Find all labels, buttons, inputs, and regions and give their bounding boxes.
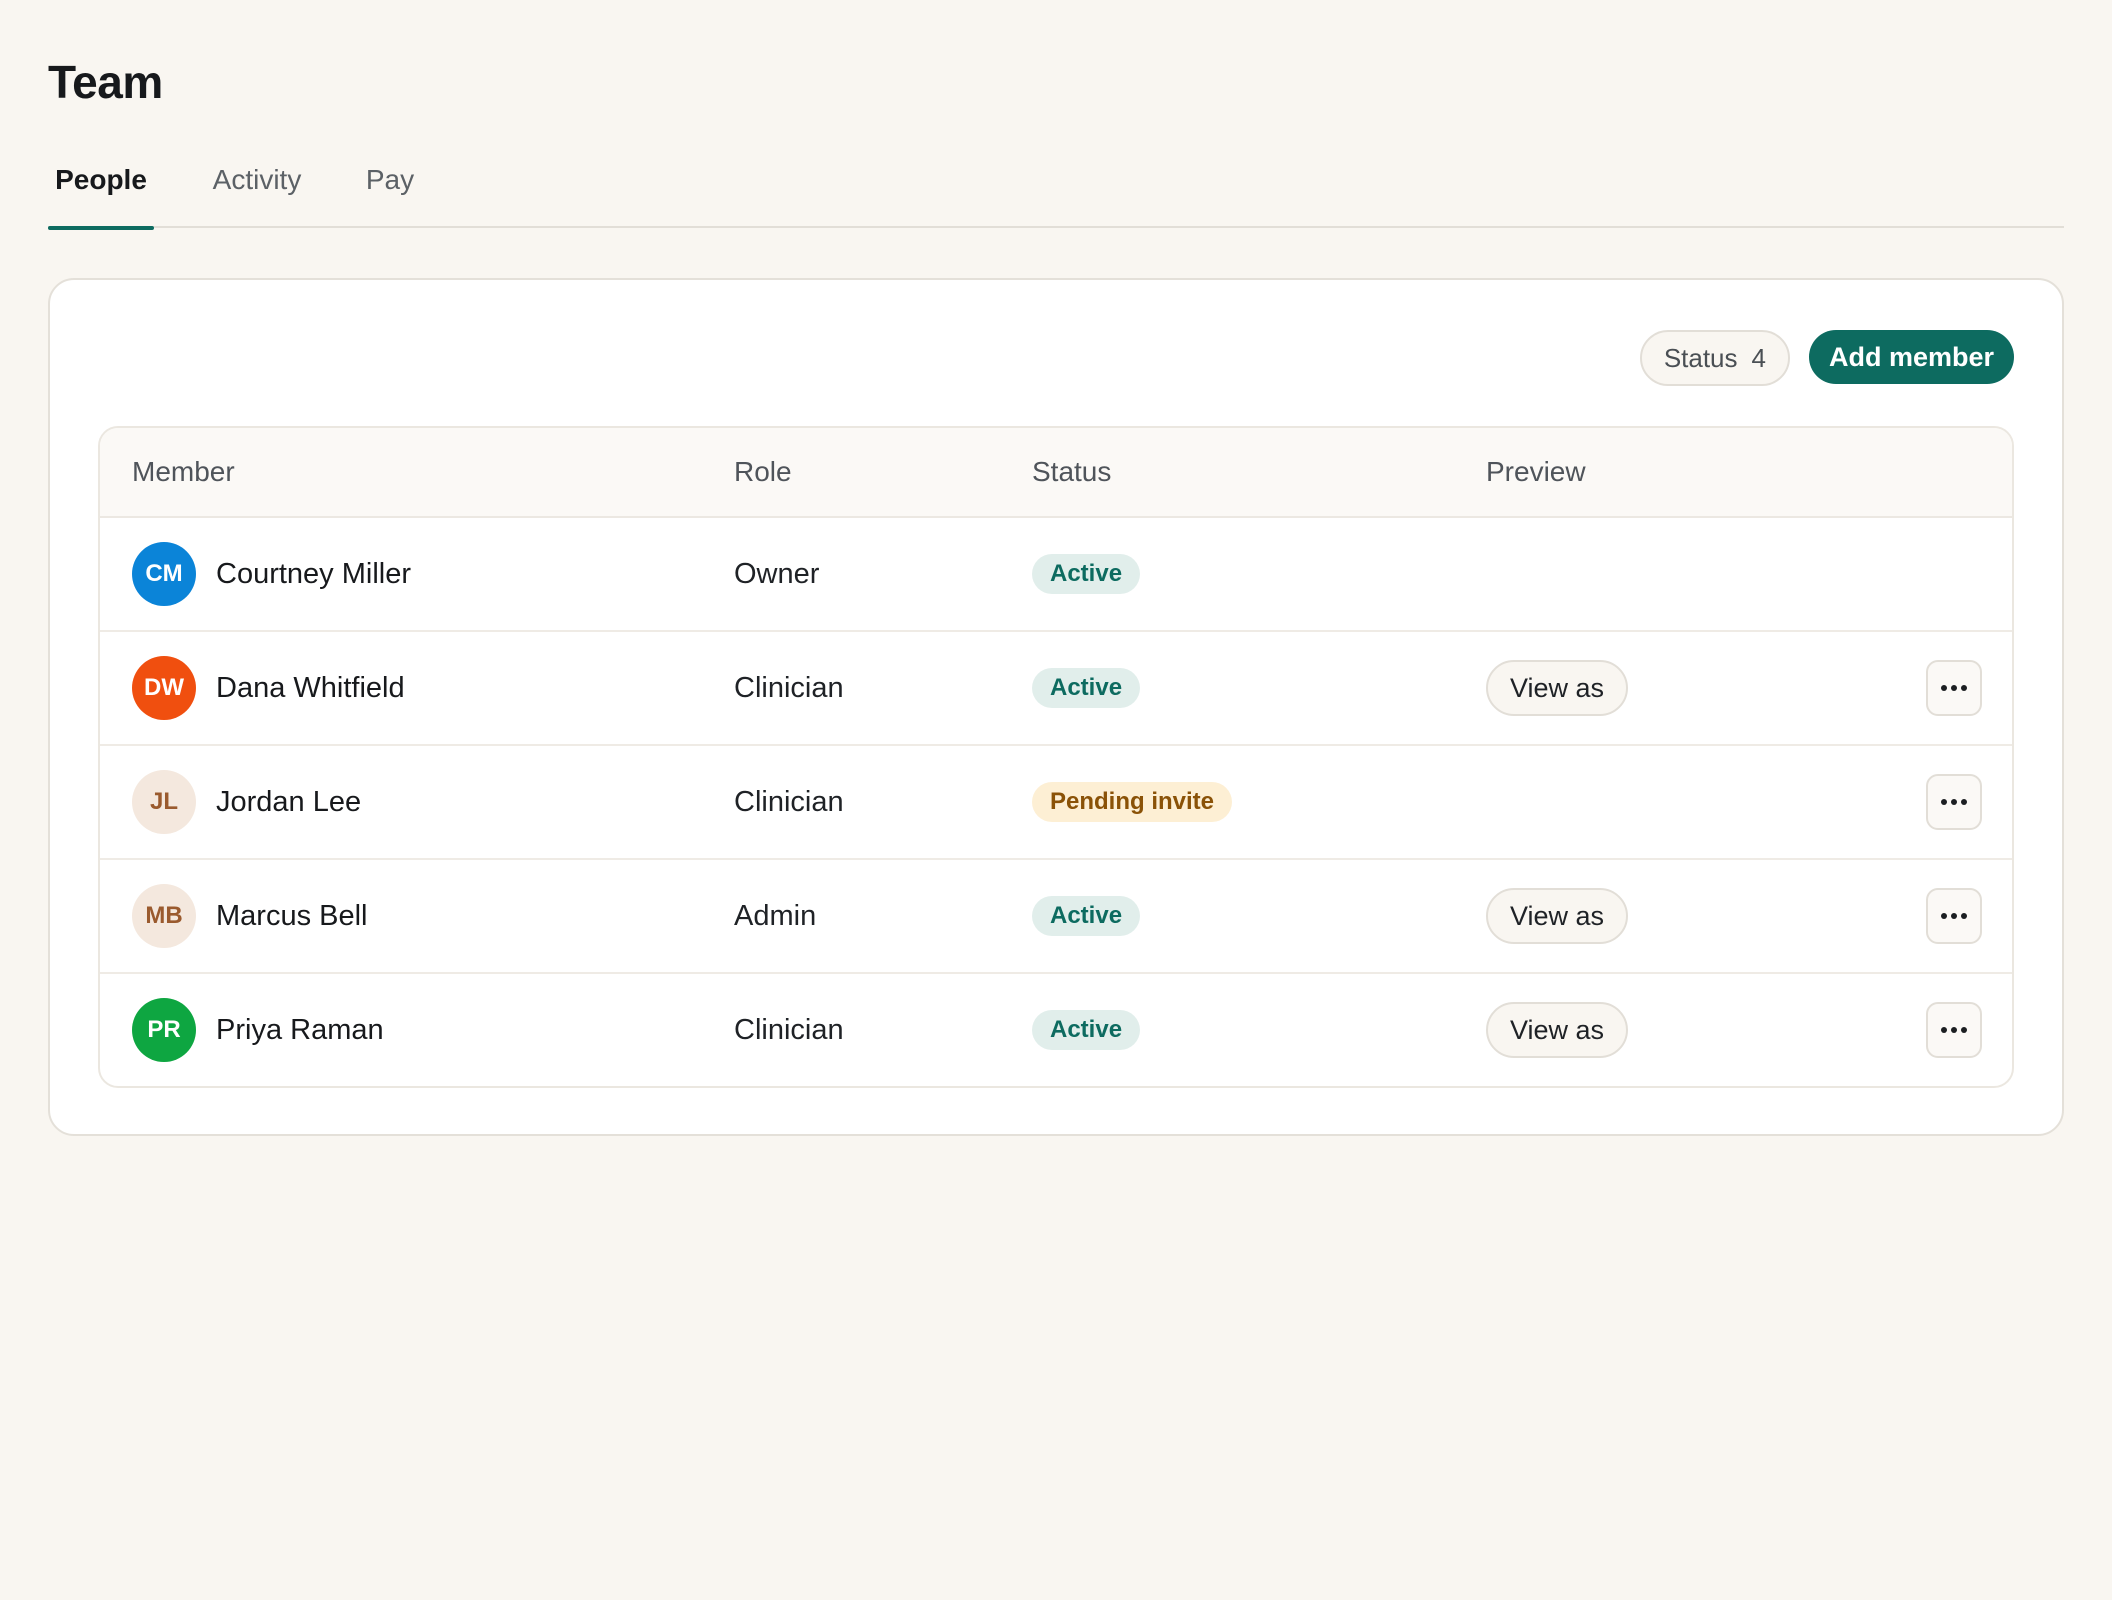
table-row: JL Jordan Lee Clinician Pending invite xyxy=(100,746,2012,860)
status-cell: Active xyxy=(1032,860,1141,972)
member-name: Courtney Miller xyxy=(216,557,411,590)
row-menu-button[interactable] xyxy=(1926,774,1982,830)
status-badge: Active xyxy=(1032,1010,1141,1050)
member-name: Jordan Lee xyxy=(216,785,362,818)
role-cell: Admin xyxy=(734,860,816,972)
members-table: Member Role Status Preview CM Courtney Mi… xyxy=(98,426,2014,1088)
status-badge: Active xyxy=(1032,554,1141,594)
member-cell: MB Marcus Bell xyxy=(132,860,368,972)
member-name: Marcus Bell xyxy=(216,899,368,932)
row-menu-button[interactable] xyxy=(1926,888,1982,944)
more-horizontal-icon xyxy=(1941,913,1967,919)
member-role: Clinician xyxy=(734,785,844,818)
more-horizontal-icon xyxy=(1941,799,1967,805)
row-actions-cell xyxy=(1926,632,1982,744)
column-header-member: Member xyxy=(132,456,235,487)
table-body: CM Courtney Miller Owner Active DW Dana Whitf… xyxy=(100,518,2012,1086)
member-name: Dana Whitfield xyxy=(216,671,405,704)
page-title: Team xyxy=(48,56,163,108)
status-filter-count: 4 xyxy=(1751,342,1766,373)
status-filter-label: Status xyxy=(1663,342,1738,373)
preview-cell: View as xyxy=(1486,974,1629,1086)
status-cell: Active xyxy=(1032,974,1141,1086)
tab-bar: People Activity Pay xyxy=(48,150,2064,230)
preview-cell: View as xyxy=(1486,860,1629,972)
more-horizontal-icon xyxy=(1941,1027,1967,1033)
member-role: Clinician xyxy=(734,1013,844,1046)
avatar: MB xyxy=(132,884,196,948)
people-card: Status 4 Add member Member Role Status P… xyxy=(48,278,2064,1136)
more-horizontal-icon xyxy=(1941,685,1967,691)
view-as-button[interactable]: View as xyxy=(1486,888,1629,944)
member-name: Priya Raman xyxy=(216,1013,384,1046)
status-cell: Pending invite xyxy=(1032,746,1233,858)
status-cell: Active xyxy=(1032,632,1141,744)
column-header-role: Role xyxy=(734,456,792,487)
preview-cell: View as xyxy=(1486,632,1629,744)
row-actions-cell xyxy=(1926,974,1982,1086)
table-header: Member Role Status Preview xyxy=(100,428,2012,518)
avatar: PR xyxy=(132,998,196,1062)
member-role: Owner xyxy=(734,557,820,590)
row-actions-cell xyxy=(1926,746,1982,858)
view-as-button[interactable]: View as xyxy=(1486,1002,1629,1058)
tab-pay[interactable]: Pay xyxy=(362,150,418,228)
column-header-preview: Preview xyxy=(1486,456,1586,487)
status-filter-button[interactable]: Status 4 xyxy=(1639,330,1790,386)
role-cell: Clinician xyxy=(734,974,844,1086)
avatar: CM xyxy=(132,542,196,606)
role-cell: Owner xyxy=(734,518,819,630)
avatar: DW xyxy=(132,656,196,720)
member-cell: JL Jordan Lee xyxy=(132,746,361,858)
column-header-status: Status xyxy=(1032,456,1112,487)
table-row: MB Marcus Bell Admin Active View as xyxy=(100,860,2012,974)
member-cell: DW Dana Whitfield xyxy=(132,632,405,744)
row-actions-cell xyxy=(1926,860,1982,972)
add-member-button[interactable]: Add member xyxy=(1808,330,2014,384)
tab-activity[interactable]: Activity xyxy=(204,150,310,228)
avatar: JL xyxy=(132,770,196,834)
table-row: DW Dana Whitfield Clinician Active View as xyxy=(100,632,2012,746)
member-role: Clinician xyxy=(734,671,844,704)
table-row: CM Courtney Miller Owner Active xyxy=(100,518,2012,632)
member-cell: PR Priya Raman xyxy=(132,974,384,1086)
table-row: PR Priya Raman Clinician Active View as xyxy=(100,974,2012,1086)
member-cell: CM Courtney Miller xyxy=(132,518,411,630)
view-as-button[interactable]: View as xyxy=(1486,660,1629,716)
status-badge: Active xyxy=(1032,668,1141,708)
role-cell: Clinician xyxy=(734,746,844,858)
member-role: Admin xyxy=(734,899,817,932)
status-badge: Active xyxy=(1032,896,1141,936)
status-badge: Pending invite xyxy=(1032,782,1233,822)
row-menu-button[interactable] xyxy=(1926,660,1982,716)
row-menu-button[interactable] xyxy=(1926,1002,1982,1058)
status-cell: Active xyxy=(1032,518,1141,630)
tab-people[interactable]: People xyxy=(48,150,154,230)
role-cell: Clinician xyxy=(734,632,844,744)
